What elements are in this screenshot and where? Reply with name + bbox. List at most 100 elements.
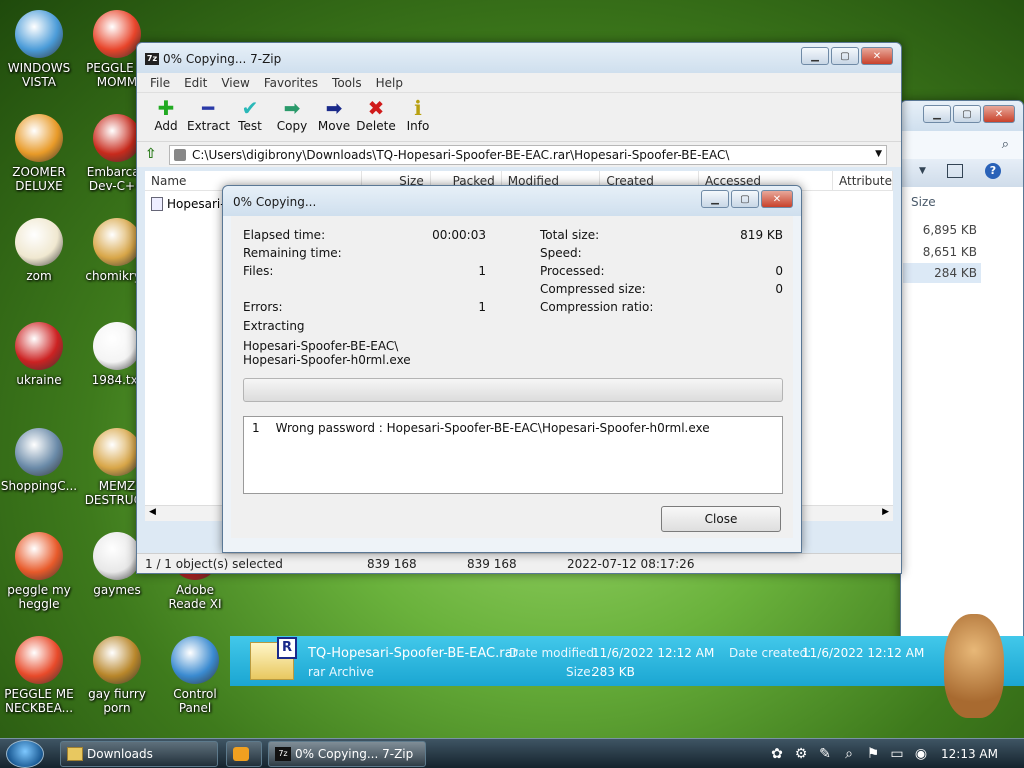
compressed-size-value: 0 bbox=[775, 282, 783, 296]
explorer-maximize-button[interactable]: ▢ bbox=[953, 105, 981, 123]
test-button[interactable]: ✔ Test bbox=[229, 93, 271, 141]
tray-pen-icon[interactable]: ✎ bbox=[816, 745, 834, 763]
compression-ratio-label: Compression ratio: bbox=[540, 300, 654, 314]
desktop-app-icon bbox=[15, 218, 63, 266]
menu-item-help[interactable]: Help bbox=[369, 73, 410, 92]
scroll-left-icon[interactable]: ◀ bbox=[149, 507, 156, 517]
address-bar: ⇧ C:\Users\digibrony\Downloads\TQ-Hopesa… bbox=[137, 141, 901, 167]
toolbar-label: Test bbox=[238, 119, 262, 133]
delete-button[interactable]: ✖ Delete bbox=[355, 93, 397, 141]
explorer-minimize-button[interactable]: ▁ bbox=[923, 105, 951, 123]
explorer-titlebar[interactable]: ▁ ▢ ✕ bbox=[901, 101, 1023, 131]
desktop-app-icon bbox=[15, 636, 63, 684]
copy-arrow-icon: ➡ bbox=[283, 96, 301, 120]
explorer-size-3-selected[interactable]: 284 KB bbox=[903, 263, 981, 283]
help-icon[interactable]: ? bbox=[985, 163, 1001, 179]
menu-item-file[interactable]: File bbox=[143, 73, 177, 92]
explorer-close-button[interactable]: ✕ bbox=[983, 105, 1015, 123]
desktop-app-icon bbox=[93, 636, 141, 684]
7zip-maximize-button[interactable]: ▢ bbox=[831, 47, 859, 65]
taskbar-clock[interactable]: 12:13 AM bbox=[941, 747, 998, 761]
desktop-icon-label: PEGGLE ME NECKBEA... bbox=[4, 687, 74, 715]
menu-item-tools[interactable]: Tools bbox=[325, 73, 369, 92]
tray-app-icon[interactable]: ✿ bbox=[768, 745, 786, 763]
details-modified-label: Date modified: bbox=[509, 646, 599, 660]
copying-progress-dialog: 0% Copying... ▁ ▢ ✕ Elapsed time: 00:00:… bbox=[222, 185, 802, 553]
menu-item-edit[interactable]: Edit bbox=[177, 73, 214, 92]
info-icon: ℹ bbox=[414, 96, 422, 120]
progress-minimize-button[interactable]: ▁ bbox=[701, 190, 729, 208]
tray-settings-icon[interactable]: ⚙ bbox=[792, 745, 810, 763]
move-button[interactable]: ➡ Move bbox=[313, 93, 355, 141]
desktop-icon[interactable]: PEGGLE ME NECKBEA... bbox=[0, 636, 78, 715]
elapsed-label: Elapsed time: bbox=[243, 228, 326, 242]
menu-item-view[interactable]: View bbox=[214, 73, 256, 92]
views-dropdown-icon[interactable]: ▼ bbox=[919, 166, 926, 176]
progress-maximize-button[interactable]: ▢ bbox=[731, 190, 759, 208]
delete-x-icon: ✖ bbox=[367, 96, 385, 120]
desktop-icon[interactable]: ukraine bbox=[0, 322, 78, 387]
search-icon[interactable]: ⌕ bbox=[1002, 137, 1009, 152]
log-entry-number: 1 bbox=[252, 421, 260, 435]
7zip-close-button[interactable]: ✕ bbox=[861, 47, 893, 65]
taskbar-downloads-button[interactable]: Downloads bbox=[60, 741, 218, 767]
taskbar-media-player-button[interactable] bbox=[226, 741, 262, 767]
tray-flag-icon[interactable]: ⚑ bbox=[864, 745, 882, 763]
log-entry[interactable]: 1 Wrong password : Hopesari-Spoofer-BE-EA… bbox=[252, 421, 774, 435]
chevron-down-icon[interactable]: ▼ bbox=[875, 149, 882, 159]
desktop-app-icon bbox=[93, 10, 141, 58]
desktop-icon[interactable]: Control Panel bbox=[156, 636, 234, 715]
column-header-attribute[interactable]: Attribute bbox=[833, 171, 893, 190]
7zip-window-title: 0% Copying... 7-Zip bbox=[163, 52, 282, 66]
details-created-value: 11/6/2022 12:12 AM bbox=[802, 646, 925, 660]
desktop-icon[interactable]: ShoppingC... bbox=[0, 428, 78, 493]
status-selected: 1 / 1 object(s) selected bbox=[145, 557, 283, 571]
status-packed: 839 168 bbox=[467, 557, 517, 571]
desktop-app-icon bbox=[15, 532, 63, 580]
list-item[interactable]: Hopesari-S bbox=[151, 197, 232, 211]
explorer-window: ▁ ▢ ✕ ⌕ ▼ ? Size 6,895 KB 8,651 KB 284 K… bbox=[900, 100, 1024, 640]
menu-item-favorites[interactable]: Favorites bbox=[257, 73, 325, 92]
taskbar-7zip-button[interactable]: 7z 0% Copying... 7-Zip bbox=[268, 741, 426, 767]
tray-monitor-icon[interactable]: ▭ bbox=[888, 745, 906, 763]
current-path-file: Hopesari-Spoofer-h0rml.exe bbox=[243, 353, 411, 367]
desktop-icon[interactable]: gay fiurry porn bbox=[78, 636, 156, 715]
7zip-minimize-button[interactable]: ▁ bbox=[801, 47, 829, 65]
extract-button[interactable]: ━ Extract bbox=[187, 93, 230, 141]
add-button[interactable]: ✚ Add bbox=[145, 93, 187, 141]
copy-button[interactable]: ➡ Copy bbox=[271, 93, 313, 141]
address-input[interactable]: C:\Users\digibrony\Downloads\TQ-Hopesari… bbox=[169, 144, 887, 165]
desktop-icon[interactable]: ZOOMER DELUXE bbox=[0, 114, 78, 193]
hamster-mascot[interactable] bbox=[944, 614, 1004, 718]
file-icon bbox=[151, 197, 163, 211]
details-pane: R TQ-Hopesari-Spoofer-BE-EAC.rar rar Arc… bbox=[230, 636, 1024, 686]
speed-label: Speed: bbox=[540, 246, 582, 260]
total-size-value: 819 KB bbox=[740, 228, 783, 242]
desktop-icon-label: ZOOMER DELUXE bbox=[12, 165, 66, 193]
tray-volume-icon[interactable]: ◉ bbox=[912, 745, 930, 763]
desktop-icon-label: gaymes bbox=[93, 583, 141, 597]
error-log[interactable]: 1 Wrong password : Hopesari-Spoofer-BE-EA… bbox=[243, 416, 783, 494]
minus-icon: ━ bbox=[201, 96, 215, 120]
scroll-right-icon[interactable]: ▶ bbox=[882, 507, 889, 517]
up-folder-icon[interactable]: ⇧ bbox=[145, 146, 163, 164]
desktop-icon-label: ShoppingC... bbox=[0, 479, 78, 493]
status-date: 2022-07-12 08:17:26 bbox=[567, 557, 695, 571]
desktop-icon[interactable]: WINDOWS VISTA bbox=[0, 10, 78, 89]
progress-close-button[interactable]: ✕ bbox=[761, 190, 793, 208]
close-button[interactable]: Close bbox=[661, 506, 781, 532]
info-button[interactable]: ℹ Info bbox=[397, 93, 439, 141]
tray-search-icon[interactable]: ⌕ bbox=[840, 745, 858, 763]
size-column-header[interactable]: Size bbox=[911, 195, 936, 209]
desktop-icon-label: peggle my heggle bbox=[7, 583, 71, 611]
preview-pane-icon[interactable] bbox=[947, 164, 963, 178]
desktop-icon[interactable]: zom bbox=[0, 218, 78, 283]
start-button[interactable] bbox=[6, 740, 44, 768]
desktop-icon-label: zom bbox=[26, 269, 52, 283]
desktop-icon[interactable]: peggle my heggle bbox=[0, 532, 78, 611]
7zip-titlebar[interactable]: 7z 0% Copying... 7-Zip ▁ ▢ ✕ bbox=[137, 43, 901, 73]
desktop-icon-label: gay fiurry porn bbox=[88, 687, 146, 715]
progress-titlebar[interactable]: 0% Copying... ▁ ▢ ✕ bbox=[223, 186, 801, 216]
archive-icon bbox=[174, 148, 186, 161]
rar-file-icon: R bbox=[250, 637, 297, 680]
